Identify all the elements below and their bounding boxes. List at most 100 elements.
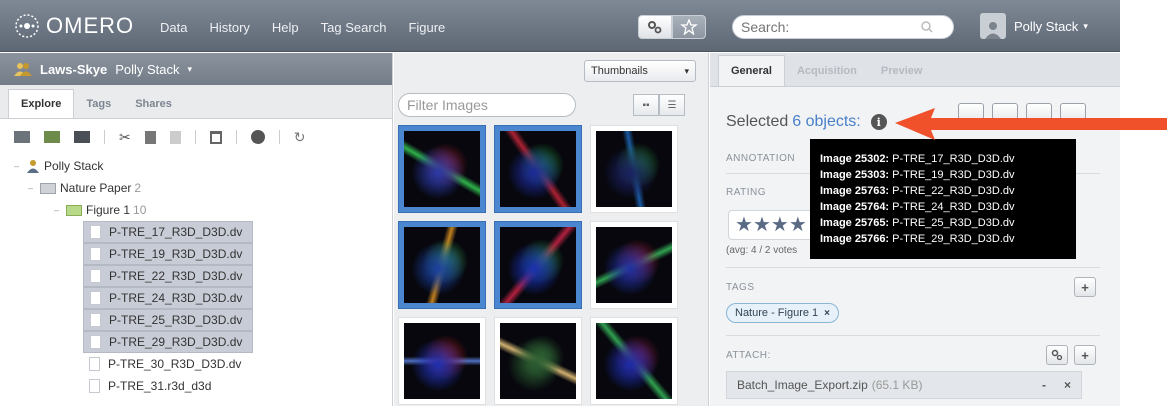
tree-dataset[interactable]: – Figure 1 10 — [14, 199, 392, 221]
add-tag-button[interactable]: + — [1074, 277, 1096, 297]
add-attachment-button[interactable]: + — [1074, 345, 1096, 365]
tag-label: Nature - Figure 1 — [735, 307, 819, 319]
image-file-icon — [90, 291, 101, 305]
cut-icon[interactable]: ✂ — [119, 129, 131, 146]
image-thumbnail[interactable] — [590, 221, 678, 309]
image-thumbnail[interactable] — [590, 125, 678, 213]
image-thumbnail[interactable] — [398, 317, 486, 405]
star-icon[interactable]: ★ — [735, 214, 753, 236]
image-thumbnail[interactable] — [494, 125, 582, 213]
image-list-item[interactable]: P-TRE_17_R3D_D3D.dv — [83, 221, 253, 243]
star-icon[interactable]: ★ — [771, 214, 789, 236]
image-thumbnail[interactable] — [494, 221, 582, 309]
image-file-icon — [90, 269, 101, 283]
tag-pill[interactable]: Nature - Figure 1 × — [726, 303, 839, 323]
collapse-icon[interactable]: – — [28, 183, 40, 193]
image-file-icon — [90, 313, 101, 327]
attachment-name[interactable]: Batch_Image_Export.zip — [737, 378, 868, 392]
omero-logo[interactable]: OMERO — [14, 12, 134, 40]
thumbnail-image — [596, 323, 672, 399]
search-box[interactable] — [732, 15, 954, 39]
tab-preview[interactable]: Preview — [869, 56, 935, 86]
image-thumbnail[interactable] — [398, 125, 486, 213]
selected-objects-link[interactable]: 6 objects: — [792, 113, 860, 131]
collapse-icon[interactable]: – — [54, 205, 66, 215]
dataset-count: 10 — [133, 203, 147, 217]
tooltip-image-id: Image 25763: — [820, 185, 890, 197]
tooltip-line: Image 25765: P-TRE_25_R3D_D3D.dv — [820, 215, 1066, 231]
image-list-item[interactable]: P-TRE_25_R3D_D3D.dv — [83, 309, 253, 331]
thumbnail-image — [596, 131, 672, 207]
globe-icon[interactable] — [250, 130, 265, 144]
filter-images-input[interactable]: Filter Images — [398, 93, 576, 117]
tab-tags[interactable]: Tags — [74, 90, 123, 118]
image-list-item[interactable]: P-TRE_30_R3D_D3D.dv — [83, 353, 253, 375]
minus-icon[interactable]: - — [1042, 378, 1046, 392]
gears-icon — [648, 21, 662, 34]
tab-acquisition[interactable]: Acquisition — [785, 56, 869, 86]
tooltip-image-name: P-TRE_25_R3D_D3D.dv — [892, 217, 1015, 229]
nav-history[interactable]: History — [209, 20, 249, 35]
new-screen-icon[interactable] — [74, 131, 90, 143]
gears-icon — [1051, 349, 1063, 361]
tooltip-image-id: Image 25764: — [820, 201, 890, 213]
image-thumbnail[interactable] — [590, 317, 678, 405]
view-select[interactable]: Thumbnails ▾ — [584, 60, 696, 82]
attach-options-button[interactable] — [1046, 345, 1068, 365]
copy-icon[interactable] — [144, 130, 156, 144]
tab-general[interactable]: General — [718, 55, 785, 86]
image-thumbnail[interactable] — [398, 221, 486, 309]
tooltip-line: Image 25764: P-TRE_24_R3D_D3D.dv — [820, 199, 1066, 215]
image-thumbnail[interactable] — [494, 317, 582, 405]
collapse-icon[interactable]: – — [14, 161, 26, 171]
attachment-item[interactable]: Batch_Image_Export.zip (65.1 KB) - × — [726, 371, 1082, 399]
logo-text: OMERO — [46, 13, 135, 38]
selection-summary: Selected 6 objects: i — [726, 113, 887, 131]
nav-figure[interactable]: Figure — [408, 20, 445, 35]
image-name: P-TRE_19_R3D_D3D.dv — [109, 247, 243, 261]
nav-help[interactable]: Help — [272, 20, 299, 35]
image-list-item[interactable]: P-TRE_22_R3D_D3D.dv — [83, 265, 253, 287]
attachment-controls: - × — [1042, 378, 1071, 392]
divider — [726, 335, 1100, 336]
chevron-down-icon: ▾ — [684, 65, 689, 76]
image-list-item[interactable]: P-TRE_31.r3d_d3d — [83, 375, 253, 397]
grid-view-icon[interactable]: ▪▪ — [633, 94, 659, 116]
nav-data[interactable]: Data — [160, 20, 187, 35]
activities-button[interactable] — [672, 15, 706, 39]
rating-stars[interactable]: ★★★★ — [728, 210, 818, 240]
star-icon[interactable]: ★ — [789, 214, 807, 236]
tab-explore[interactable]: Explore — [8, 89, 75, 118]
project-count: 2 — [134, 181, 142, 195]
new-dataset-icon[interactable] — [44, 131, 60, 143]
user-menu[interactable]: Polly Stack ▾ — [980, 13, 1088, 39]
image-file-icon — [89, 379, 100, 393]
tooltip-image-name: P-TRE_22_R3D_D3D.dv — [892, 185, 1015, 197]
user-name: Polly Stack — [1014, 18, 1079, 34]
tab-shares[interactable]: Shares — [123, 90, 184, 118]
image-list-item[interactable]: P-TRE_29_R3D_D3D.dv — [83, 331, 253, 353]
tree-project[interactable]: – Nature Paper 2 — [14, 177, 392, 199]
toolbar-divider — [104, 130, 105, 144]
group-switcher[interactable]: Laws-Skye Polly Stack ▾ — [0, 53, 392, 85]
star-icon[interactable]: ★ — [753, 214, 771, 236]
divider — [726, 267, 1100, 268]
toolbar-divider — [194, 130, 196, 144]
paste-icon[interactable] — [169, 130, 181, 144]
search-input[interactable] — [741, 19, 921, 35]
delete-icon[interactable] — [209, 130, 222, 144]
info-icon[interactable]: i — [870, 114, 887, 130]
remove-tag-icon[interactable]: × — [824, 308, 830, 319]
new-project-icon[interactable] — [14, 131, 30, 143]
nav-tag-search[interactable]: Tag Search — [321, 20, 387, 35]
refresh-icon[interactable]: ↻ — [294, 129, 306, 146]
chevron-down-icon: ▾ — [187, 63, 193, 74]
image-list-item[interactable]: P-TRE_19_R3D_D3D.dv — [83, 243, 253, 265]
tooltip-line: Image 25766: P-TRE_29_R3D_D3D.dv — [820, 231, 1066, 247]
tree-root-user[interactable]: – Polly Stack — [14, 155, 392, 177]
project-label: Nature Paper — [60, 181, 132, 195]
image-list-item[interactable]: P-TRE_24_R3D_D3D.dv — [83, 287, 253, 309]
scripts-button[interactable] — [638, 15, 672, 39]
list-view-icon[interactable]: ☰ — [659, 94, 685, 116]
close-icon[interactable]: × — [1064, 378, 1071, 392]
